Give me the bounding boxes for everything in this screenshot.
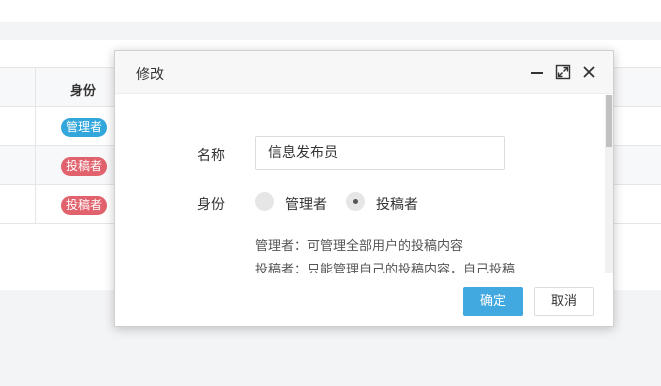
- confirm-button[interactable]: 确定: [463, 287, 523, 316]
- minimize-icon[interactable]: [528, 63, 546, 81]
- dialog-body: 名称 信息发布员 身份 管理者 投稿者 管理者：可管理全部用户的投稿内容 投稿者…: [115, 95, 613, 273]
- column-header-role[interactable]: 身份: [70, 80, 96, 99]
- role-label: 身份: [197, 197, 225, 213]
- name-label: 名称: [197, 148, 225, 164]
- radio-author-label[interactable]: 投稿者: [376, 194, 418, 214]
- name-field[interactable]: 信息发布员: [255, 136, 505, 170]
- column-divider: [35, 185, 36, 223]
- role-badge: 管理者: [61, 118, 108, 137]
- help-text-admin: 管理者：可管理全部用户的投稿内容: [255, 239, 464, 254]
- help-text-author: 投稿者：只能管理自己的投稿内容，自己投稿: [255, 263, 516, 273]
- dialog-title: 修改: [136, 67, 164, 83]
- close-icon[interactable]: [580, 63, 598, 81]
- edit-dialog: 修改 名称 信息发布员 身份 管理者 投稿者 管理者：可管理全部用户的投稿内容 …: [114, 50, 614, 327]
- radio-author[interactable]: [346, 192, 365, 211]
- maximize-icon[interactable]: [554, 63, 572, 81]
- cancel-button[interactable]: 取消: [534, 287, 594, 316]
- radio-admin[interactable]: [255, 192, 274, 211]
- column-divider: [35, 68, 36, 106]
- role-badge: 投稿者: [61, 196, 108, 215]
- column-divider: [35, 107, 36, 145]
- role-badge: 投稿者: [61, 157, 108, 176]
- scrollbar-thumb[interactable]: [606, 95, 612, 147]
- dialog-header[interactable]: 修改: [115, 51, 613, 94]
- dialog-scrollbar[interactable]: [605, 95, 613, 273]
- column-divider: [35, 146, 36, 184]
- top-bar: [0, 0, 661, 22]
- page-strip: [0, 22, 661, 40]
- radio-admin-label[interactable]: 管理者: [285, 194, 327, 214]
